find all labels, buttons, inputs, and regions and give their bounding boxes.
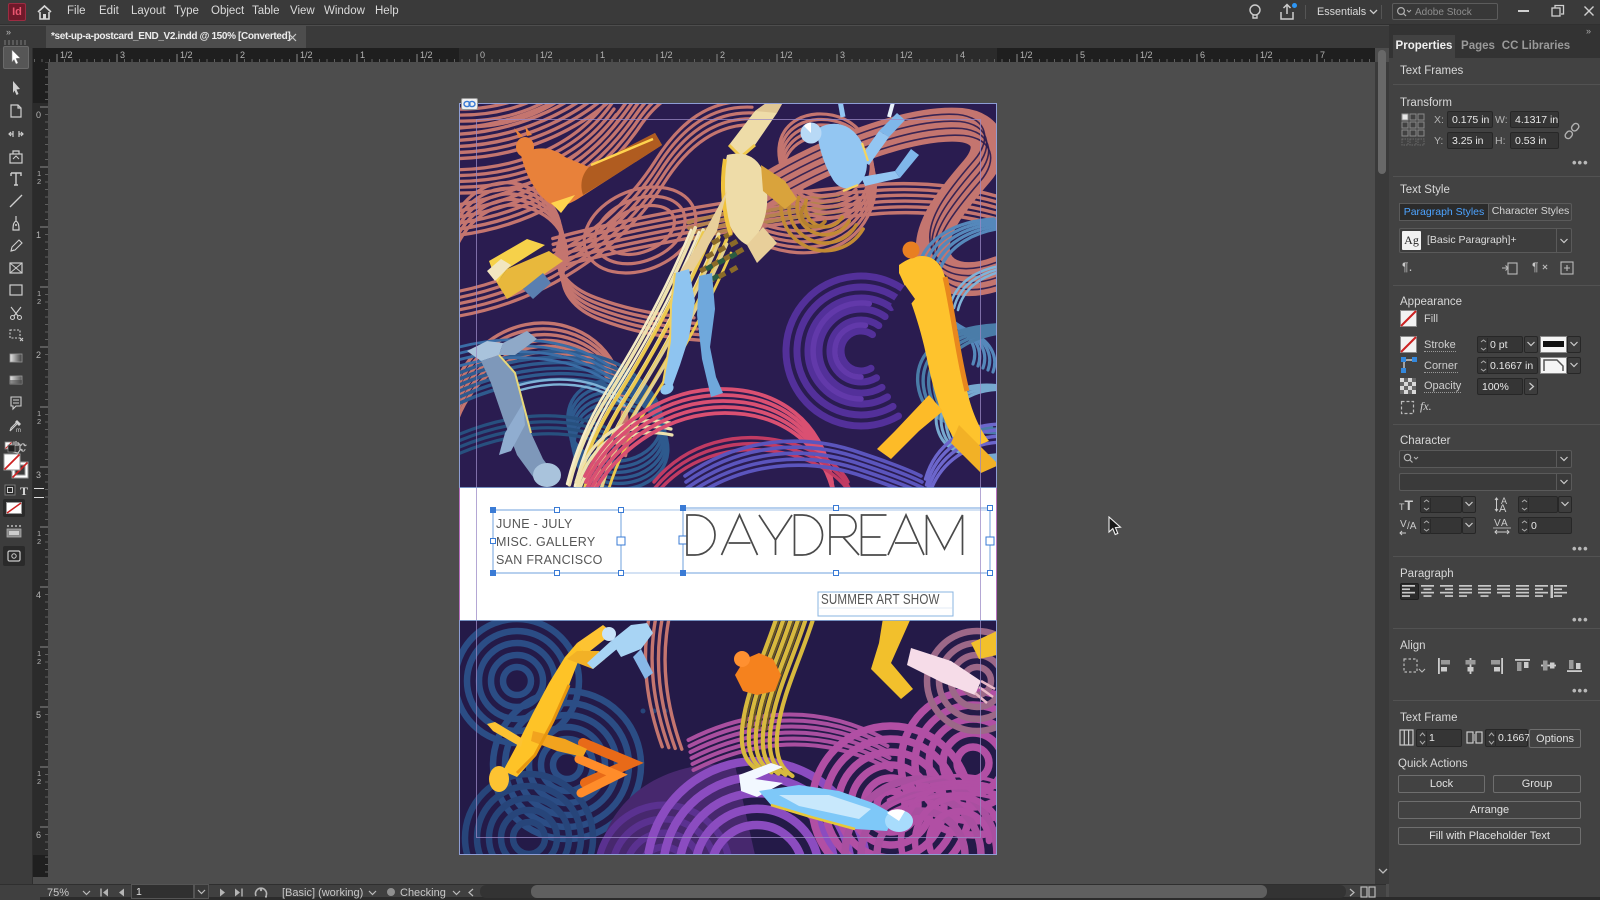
svg-text:4: 4 [36, 590, 41, 600]
svg-text:1/2: 1/2 [1260, 50, 1273, 60]
svg-text:3: 3 [120, 50, 125, 60]
svg-text:1/2: 1/2 [420, 50, 433, 60]
svg-text:5: 5 [36, 710, 41, 720]
svg-text:3: 3 [840, 50, 845, 60]
svg-text:6: 6 [1200, 50, 1205, 60]
svg-text:6: 6 [36, 830, 41, 840]
svg-text:1/2: 1/2 [300, 50, 313, 60]
svg-text:1: 1 [360, 50, 365, 60]
svg-text:A: A [1499, 503, 1507, 514]
svg-text:2: 2 [37, 537, 41, 546]
svg-text:T: T [20, 484, 28, 497]
svg-text:1/2: 1/2 [60, 50, 73, 60]
svg-text:2: 2 [37, 177, 41, 186]
svg-text:2: 2 [37, 417, 41, 426]
svg-text:2: 2 [720, 50, 725, 60]
svg-text:4: 4 [960, 50, 965, 60]
svg-text:1/2: 1/2 [780, 50, 793, 60]
svg-text:m: m [16, 428, 21, 434]
svg-text:1: 1 [36, 230, 41, 240]
svg-text:2: 2 [37, 657, 41, 666]
svg-text:2: 2 [37, 297, 41, 306]
svg-text:7: 7 [1320, 50, 1325, 60]
svg-text:2: 2 [36, 350, 41, 360]
svg-text:0: 0 [36, 110, 41, 120]
svg-text:1/2: 1/2 [540, 50, 553, 60]
svg-text:2: 2 [240, 50, 245, 60]
svg-text:1/2: 1/2 [180, 50, 193, 60]
svg-text:A: A [1501, 518, 1508, 529]
svg-text:0: 0 [480, 50, 485, 60]
svg-text:V: V [1400, 519, 1407, 530]
svg-text:/A: /A [1407, 521, 1417, 532]
svg-text:1/2: 1/2 [660, 50, 673, 60]
svg-text:1/2: 1/2 [1140, 50, 1153, 60]
svg-text:1/2: 1/2 [900, 50, 913, 60]
svg-text:V: V [1494, 518, 1501, 529]
svg-text:1/2: 1/2 [1020, 50, 1033, 60]
svg-text:3: 3 [36, 470, 41, 480]
svg-text:5: 5 [1080, 50, 1085, 60]
svg-text:1: 1 [600, 50, 605, 60]
svg-text:2: 2 [37, 777, 41, 786]
